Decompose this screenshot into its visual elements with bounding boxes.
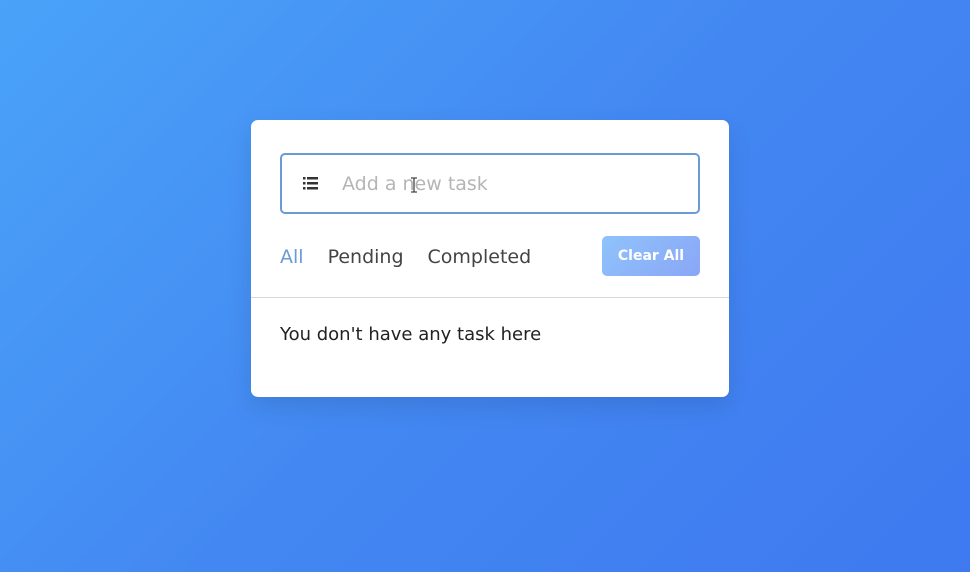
filter-completed[interactable]: Completed — [428, 246, 532, 268]
divider — [251, 297, 729, 298]
empty-task-message: You don't have any task here — [280, 324, 542, 345]
text-cursor-icon — [411, 177, 417, 193]
task-input-wrapper[interactable] — [280, 153, 700, 214]
todo-card: All Pending Completed Clear All You don'… — [251, 120, 729, 397]
list-icon — [303, 177, 318, 190]
filter-all[interactable]: All — [280, 246, 304, 268]
filter-pending[interactable]: Pending — [328, 246, 404, 268]
clear-all-button[interactable]: Clear All — [602, 236, 700, 276]
filter-tabs: All Pending Completed — [280, 242, 555, 272]
task-input[interactable] — [342, 155, 682, 212]
